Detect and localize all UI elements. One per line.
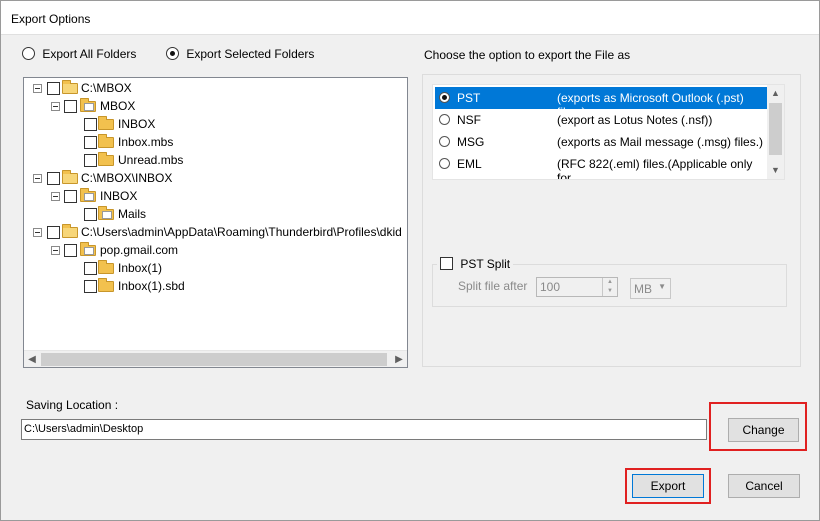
split-after-label: Split file after [458,279,528,293]
tree-checkbox[interactable] [47,172,60,185]
open-folder-icon [62,170,78,184]
tree-checkbox[interactable] [84,280,97,293]
tree-item-label: Inbox.mbs [118,135,174,149]
scroll-right-icon[interactable]: ▶ [391,352,407,367]
mailbox-folder-icon [80,242,96,256]
tree-checkbox[interactable] [64,190,77,203]
highlight-box [625,468,711,504]
folder-icon [98,260,114,274]
split-size-value: 100 [540,280,561,294]
collapse-icon[interactable] [51,192,60,201]
export-selected-radio[interactable]: Export Selected Folders [166,46,314,61]
tree-item-label: C:\Users\admin\AppData\Roaming\Thunderbi… [81,225,402,239]
format-code: EML [457,157,482,171]
format-option-pst[interactable]: PST (exports as Microsoft Outlook (.pst)… [435,87,768,119]
export-selected-radio-indicator[interactable] [166,47,179,61]
stepper-arrows-icon[interactable]: ▲ ▼ [602,278,617,296]
pst-split-checkbox-box[interactable] [440,257,453,271]
tree-item-label: pop.gmail.com [100,243,179,257]
format-description: (export as Lotus Notes (.nsf)) [557,113,713,127]
collapse-icon[interactable] [33,174,42,183]
scrollbar-thumb[interactable] [41,353,387,366]
title-bar: Export Options [1,1,819,35]
format-radio[interactable] [439,92,450,103]
collapse-icon[interactable] [51,246,60,255]
collapse-icon[interactable] [51,102,60,111]
collapse-icon[interactable] [33,84,42,93]
open-folder-icon [62,80,78,94]
format-heading: Choose the option to export the File as [424,48,631,62]
format-list[interactable]: PST (exports as Microsoft Outlook (.pst)… [432,84,785,180]
folder-tree[interactable]: C:\MBOX MBOX INBOX Inbox.mbs Unread.mbs [23,77,408,368]
export-all-radio-indicator[interactable] [22,47,35,61]
scrollbar-thumb[interactable] [769,103,782,155]
format-option-eml[interactable]: EML (RFC 822(.eml) files.(Applicable onl… [435,153,768,179]
tree-item-label: INBOX [118,117,156,131]
format-code: NSF [457,113,481,127]
tree-item-label: Unread.mbs [118,153,184,167]
highlight-box [709,402,807,451]
tree-checkbox[interactable] [84,136,97,149]
tree-item-label: INBOX [100,189,138,203]
folder-icon [98,116,114,130]
tree-item-label: C:\MBOX [81,81,132,95]
tree-checkbox[interactable] [64,100,77,113]
export-options-dialog: Export Options Export All Folders Export… [0,0,820,521]
tree-checkbox[interactable] [84,262,97,275]
split-unit-value: MB [634,282,652,296]
folder-icon [98,278,114,292]
folder-icon [98,134,114,148]
collapse-icon[interactable] [33,228,42,237]
cancel-button[interactable]: Cancel [728,474,800,498]
mail-folder-icon [98,206,114,220]
format-list-scrollbar[interactable]: ▲ ▼ [767,85,784,179]
format-radio[interactable] [439,114,450,125]
format-code: PST [457,91,481,105]
export-selected-label: Export Selected Folders [186,46,315,61]
tree-checkbox[interactable] [84,118,97,131]
format-description: (exports as Mail message (.msg) files.) [557,135,764,149]
open-folder-icon [62,224,78,238]
tree-horizontal-scrollbar[interactable]: ◀ ▶ [24,350,407,367]
tree-item-label: C:\MBOX\INBOX [81,171,173,185]
pst-split-checkbox[interactable]: PST Split [437,256,514,271]
saving-path-field[interactable]: C:\Users\admin\Desktop [21,419,707,440]
tree-item-label: MBOX [100,99,136,113]
split-unit-select[interactable]: MB ▼ [630,278,671,299]
tree-item-label: Mails [118,207,147,221]
format-code: MSG [457,135,485,149]
format-description: (RFC 822(.eml) files.(Applicable only fo… [557,157,753,180]
format-option-nsf[interactable]: NSF (export as Lotus Notes (.nsf)) [435,109,768,131]
mailbox-folder-icon [80,188,96,202]
scroll-down-icon[interactable]: ▼ [767,162,784,179]
split-size-stepper[interactable]: 100 ▲ ▼ [536,277,618,297]
tree-checkbox[interactable] [64,244,77,257]
tree-item-label: Inbox(1).sbd [118,279,185,293]
chevron-down-icon: ▼ [658,282,666,291]
export-all-radio[interactable]: Export All Folders [22,46,136,61]
saving-location-label: Saving Location : [26,398,119,412]
scroll-up-icon[interactable]: ▲ [767,85,784,102]
tree-item-label: Inbox(1) [118,261,163,275]
mailbox-folder-icon [80,98,96,112]
tree-checkbox[interactable] [47,82,60,95]
window-title: Export Options [11,12,91,26]
tree-checkbox[interactable] [84,208,97,221]
scroll-left-icon[interactable]: ◀ [24,352,40,367]
export-all-label: Export All Folders [42,46,137,61]
format-radio[interactable] [439,136,450,147]
tree-checkbox[interactable] [47,226,60,239]
format-radio[interactable] [439,158,450,169]
tree-checkbox[interactable] [84,154,97,167]
pst-split-label: PST Split [460,256,511,271]
folder-icon [98,152,114,166]
format-option-msg[interactable]: MSG (exports as Mail message (.msg) file… [435,131,768,153]
